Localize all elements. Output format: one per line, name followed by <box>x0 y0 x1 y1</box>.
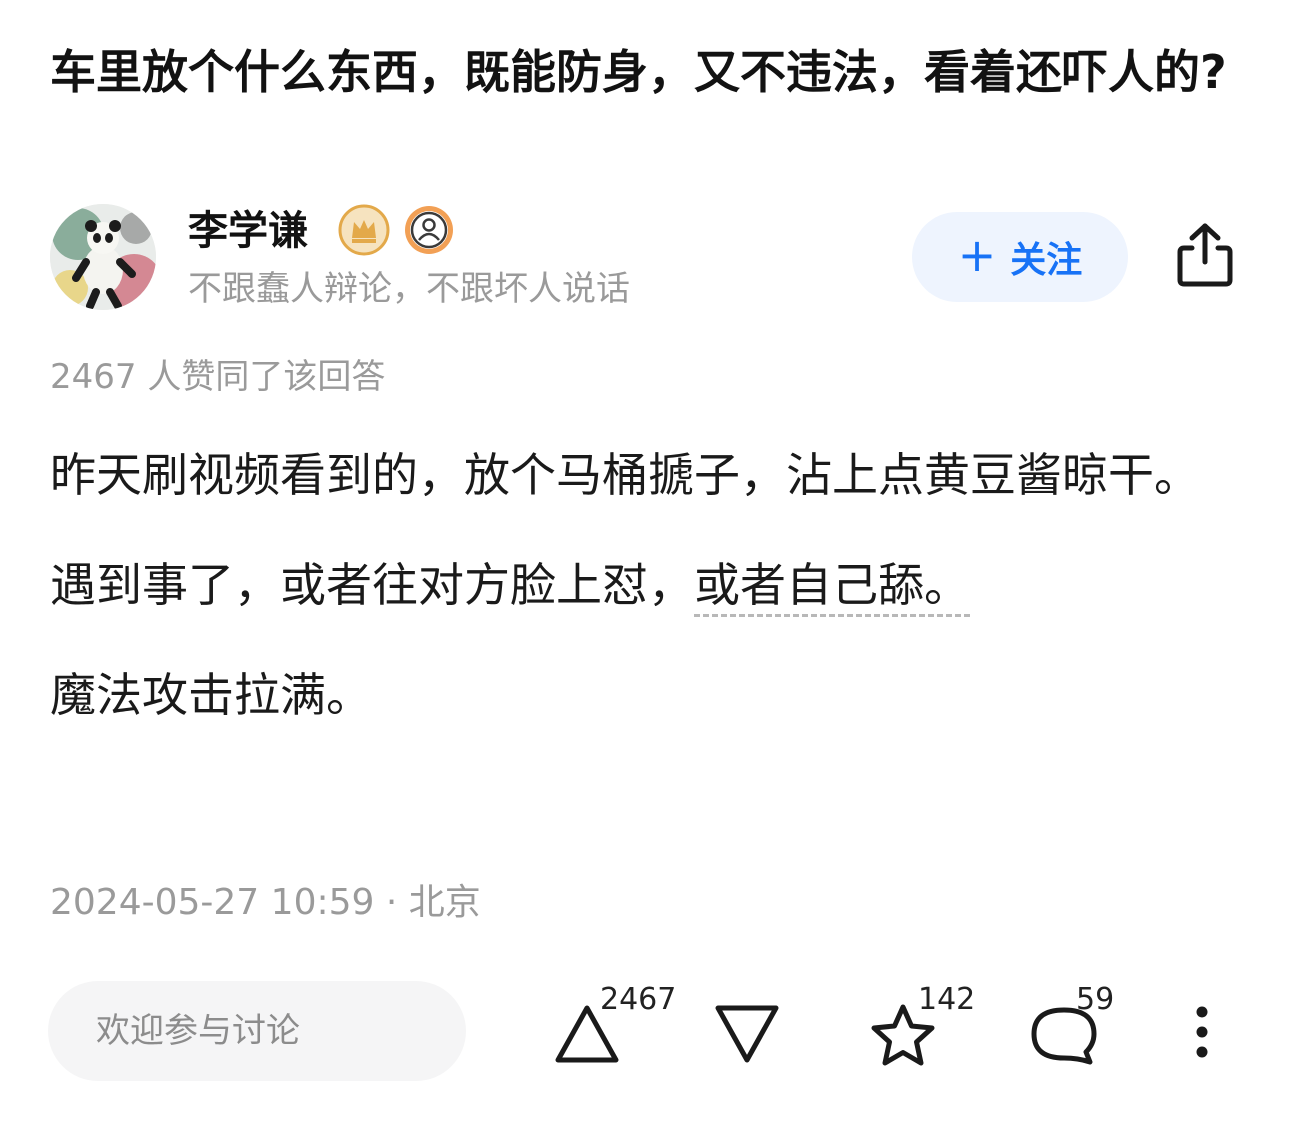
follow-label: 关注 <box>1010 240 1083 281</box>
follow-button[interactable]: + 关注 <box>912 212 1128 302</box>
more-options-icon[interactable] <box>1182 1000 1222 1070</box>
author-name[interactable]: 李学谦 <box>188 203 308 259</box>
downvote-icon <box>715 1005 779 1063</box>
question-title: 车里放个什么东西，既能防身，又不违法，看着还吓人的? <box>50 45 1227 99</box>
vote-summary: 2467 人赞同了该回答 <box>50 357 386 397</box>
underlined-phrase[interactable]: 或者自己舔。 <box>694 558 970 617</box>
plus-icon: + <box>957 228 997 282</box>
comment-input[interactable]: 欢迎参与讨论 <box>48 981 466 1081</box>
comment-button[interactable]: 59 <box>1030 982 1130 1072</box>
comment-count: 59 <box>1076 982 1115 1017</box>
answer-paragraph: 昨天刷视频看到的，放个马桶搋子，沾上点黄豆酱晾干。 <box>50 448 1200 502</box>
answer-paragraph: 遇到事了，或者往对方脸上怼，或者自己舔。 <box>50 544 1240 626</box>
favorite-count: 142 <box>918 982 976 1017</box>
upvote-count: 2467 <box>600 982 677 1017</box>
author-avatar[interactable] <box>50 204 156 310</box>
post-meta: 2024-05-27 10:59 · 北京 <box>50 882 481 923</box>
downvote-button[interactable] <box>712 990 782 1070</box>
answer-text: 遇到事了，或者往对方脸上怼， <box>50 558 694 612</box>
answer-body: 昨天刷视频看到的，放个马桶搋子，沾上点黄豆酱晾干。 遇到事了，或者往对方脸上怼，… <box>50 434 1240 764</box>
author-bio: 不跟蠢人辩论，不跟坏人说话 <box>188 269 630 309</box>
favorite-button[interactable]: 142 <box>868 982 978 1072</box>
share-icon[interactable] <box>1172 220 1238 290</box>
answer-paragraph: 魔法攻击拉满。 <box>50 668 372 722</box>
upvote-button[interactable]: 2467 <box>552 982 682 1072</box>
crown-badge-icon[interactable] <box>338 204 390 256</box>
person-badge-icon[interactable] <box>403 204 455 256</box>
